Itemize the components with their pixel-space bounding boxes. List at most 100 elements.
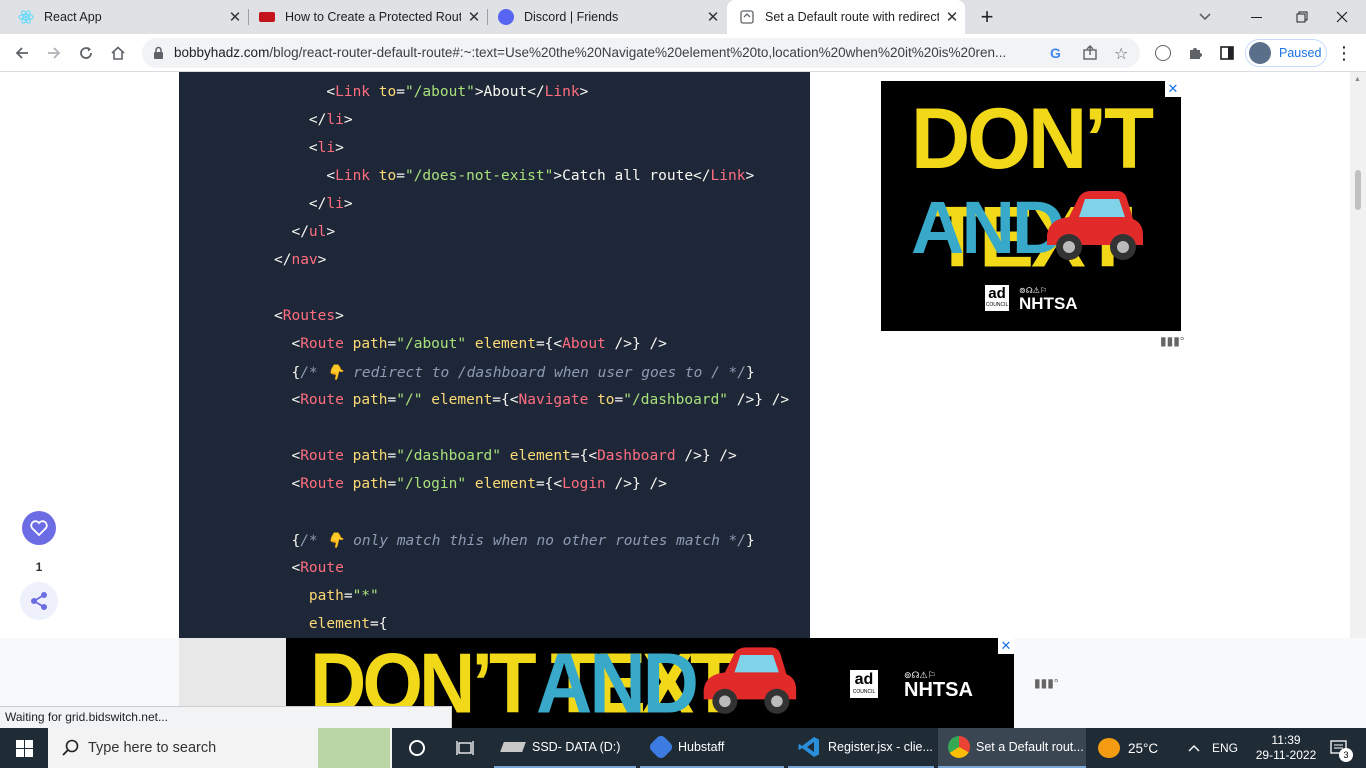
tab-protected-route[interactable]: How to Create a Protected Route ✕ (241, 0, 487, 34)
clock-time: 11:39 (1271, 733, 1301, 747)
code-token: ={< (535, 336, 563, 352)
discord-icon (498, 9, 514, 25)
code-token: About (562, 336, 606, 352)
code-token: to (378, 84, 397, 100)
language-indicator[interactable]: ENG (1212, 728, 1242, 768)
taskbar-app-chrome[interactable]: Set a Default rout... (938, 728, 1086, 768)
tab-search-icon[interactable] (1190, 0, 1220, 34)
cortana-icon[interactable] (400, 728, 434, 768)
like-button[interactable] (22, 511, 56, 545)
notification-center-icon[interactable]: 3 (1324, 728, 1354, 768)
window-close-icon[interactable] (1322, 0, 1362, 34)
bookmark-star-icon[interactable]: ☆ (1114, 44, 1128, 64)
code-token: ={< (492, 392, 519, 408)
ad-close-icon[interactable]: ✕ (998, 638, 1014, 654)
drive-icon (500, 742, 526, 752)
menu-kebab-icon[interactable]: ⋮ (1335, 34, 1353, 72)
status-bar: Waiting for grid.bidswitch.net... (0, 706, 452, 728)
new-tab-button[interactable]: + (974, 0, 1000, 34)
profile-button[interactable]: Paused (1245, 39, 1327, 67)
search-placeholder: Type here to search (88, 740, 217, 756)
code-token: </ (274, 252, 292, 268)
code-token: > (326, 224, 336, 240)
code-token: li (326, 112, 344, 128)
puzzle-icon[interactable] (1184, 34, 1206, 72)
close-icon[interactable]: ✕ (700, 8, 726, 26)
weather-widget[interactable]: 25°C (1098, 728, 1172, 768)
taskbar-app-hubstaff[interactable]: Hubstaff (640, 728, 784, 768)
lock-icon[interactable] (153, 46, 164, 65)
code-token: /* 👇 only match this when no other route… (300, 533, 747, 549)
code-token: } (746, 533, 755, 549)
share-nodes-icon (31, 592, 47, 610)
code-token: = (396, 84, 405, 100)
windows-start-icon[interactable] (0, 728, 48, 768)
ad-close-icon[interactable]: ✕ (1165, 81, 1181, 97)
tab-discord[interactable]: Discord | Friends ✕ (480, 0, 726, 34)
code-token: { (274, 365, 301, 381)
extension-icon[interactable] (1152, 34, 1174, 72)
code-token: = (387, 476, 397, 492)
address-bar[interactable]: bobbyhadz.com/blog/react-router-default-… (142, 38, 1140, 68)
ad-choices-icon[interactable]: ▮▮▮° (1160, 334, 1185, 348)
task-view-icon[interactable] (448, 728, 482, 768)
minimize-icon[interactable] (1236, 0, 1276, 34)
tray-chevron-icon[interactable] (1184, 728, 1204, 768)
avatar (1249, 42, 1271, 64)
tab-title: Set a Default route with redirect (765, 10, 939, 24)
code-token: />} /> (728, 392, 790, 408)
code-token: Navigate (518, 392, 589, 408)
code-line: <Route path="/about" element={<About />}… (274, 336, 666, 352)
side-panel-icon[interactable] (1216, 34, 1238, 72)
taskbar-search-box[interactable]: Type here to search (48, 728, 392, 768)
code-token: </ (274, 224, 309, 240)
code-token: < (274, 308, 283, 324)
clock[interactable]: 11:39 29-11-2022 (1252, 728, 1320, 768)
url-host: bobbyhadz.com (174, 45, 270, 60)
code-line: <Route path="/" element={<Navigate to="/… (274, 392, 789, 408)
ad-banner-right[interactable]: DON’T TEXT AND ad COUNCIL ⊚☊⚠⚐ NHTSA ✕ (881, 81, 1181, 331)
code-block: <li> <Link to="/about">About</Link> </li… (179, 72, 810, 638)
share-button[interactable] (20, 582, 58, 620)
share-icon[interactable] (1082, 45, 1098, 66)
restore-icon[interactable] (1282, 0, 1322, 34)
ad-choices-icon[interactable]: ▮▮▮° (1034, 676, 1059, 690)
code-token: "/login" (396, 476, 467, 492)
code-token: /* 👇 redirect to /dashboard when user go… (300, 365, 747, 381)
car-icon (1039, 189, 1147, 265)
code-token: Link (335, 168, 371, 184)
browser-toolbar: bobbyhadz.com/blog/react-router-default-… (0, 34, 1366, 72)
tab-react-app[interactable]: React App ✕ (0, 0, 248, 34)
reload-icon[interactable] (72, 34, 100, 72)
code-line: <Route path="/dashboard" element={<Dashb… (274, 448, 736, 464)
code-token: path (352, 336, 388, 352)
code-token: "/dashboard" (623, 392, 729, 408)
code-token: ={ (370, 616, 388, 632)
code-line: {/* 👇 redirect to /dashboard when user g… (274, 364, 754, 381)
back-icon[interactable] (8, 34, 36, 72)
chrome-icon (948, 736, 970, 758)
code-token: element (509, 448, 571, 464)
tab-default-route[interactable]: Set a Default route with redirect ✕ (727, 0, 965, 34)
code-token: { (274, 533, 301, 549)
tab-title: How to Create a Protected Route (285, 10, 461, 24)
code-line: <Link to="/about">About</Link> (274, 84, 588, 100)
code-token: = (343, 588, 353, 604)
code-line: </ul> (274, 224, 335, 240)
code-token: < (274, 168, 336, 184)
scroll-thumb[interactable] (1355, 170, 1361, 210)
code-token: </ (274, 112, 327, 128)
taskbar-app-vscode[interactable]: Register.jsx - clie... (788, 728, 934, 768)
home-icon[interactable] (104, 34, 132, 72)
forward-icon[interactable] (40, 34, 68, 72)
scroll-up-icon[interactable]: ▲ (1354, 76, 1361, 83)
code-token: < (274, 392, 301, 408)
code-token: ul (308, 224, 327, 240)
close-icon[interactable]: ✕ (939, 8, 965, 26)
google-translate-icon[interactable]: G (1050, 45, 1061, 61)
taskbar-app-ssd[interactable]: SSD- DATA (D:) (494, 728, 636, 768)
page-scrollbar[interactable]: ▲ (1350, 72, 1366, 638)
code-token: Route (300, 336, 344, 352)
